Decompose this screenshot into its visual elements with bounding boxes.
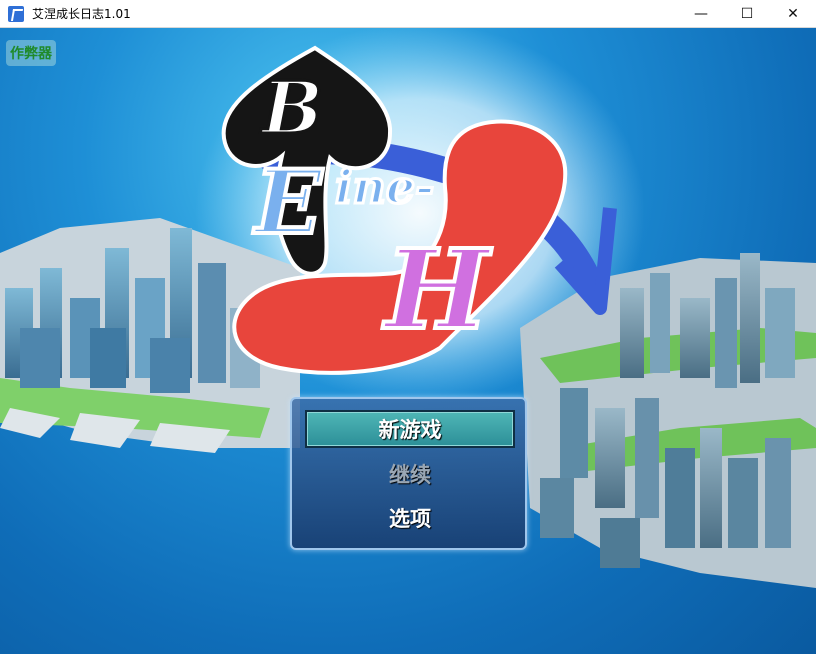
logo-text-ine: ine- [335,160,434,214]
close-button[interactable]: ✕ [770,0,816,28]
logo-letter-h: H [382,225,492,354]
window-title: 艾涅成长日志1.01 [32,7,131,21]
app-icon [8,5,24,22]
title-background: B E ine- H [0,28,816,588]
title-menu: 新游戏 继续 选项 [290,397,527,550]
cheat-button[interactable]: 作弊器 [6,40,56,66]
maximize-button[interactable]: ☐ [724,0,770,28]
options-button[interactable]: 选项 [305,499,515,537]
continue-button[interactable]: 继续 [305,455,515,493]
window-controls: — ☐ ✕ [678,0,816,28]
title-bar: 艾涅成长日志1.01 — ☐ ✕ [0,0,816,28]
game-screen[interactable]: B E ine- H 作弊器 新游戏 继续 选项 [0,28,816,654]
right-city [520,253,816,588]
new-game-button[interactable]: 新游戏 [305,410,515,448]
logo-letter-e: E [252,150,324,254]
logo-letter-b: B [260,65,323,150]
minimize-button[interactable]: — [678,0,724,28]
